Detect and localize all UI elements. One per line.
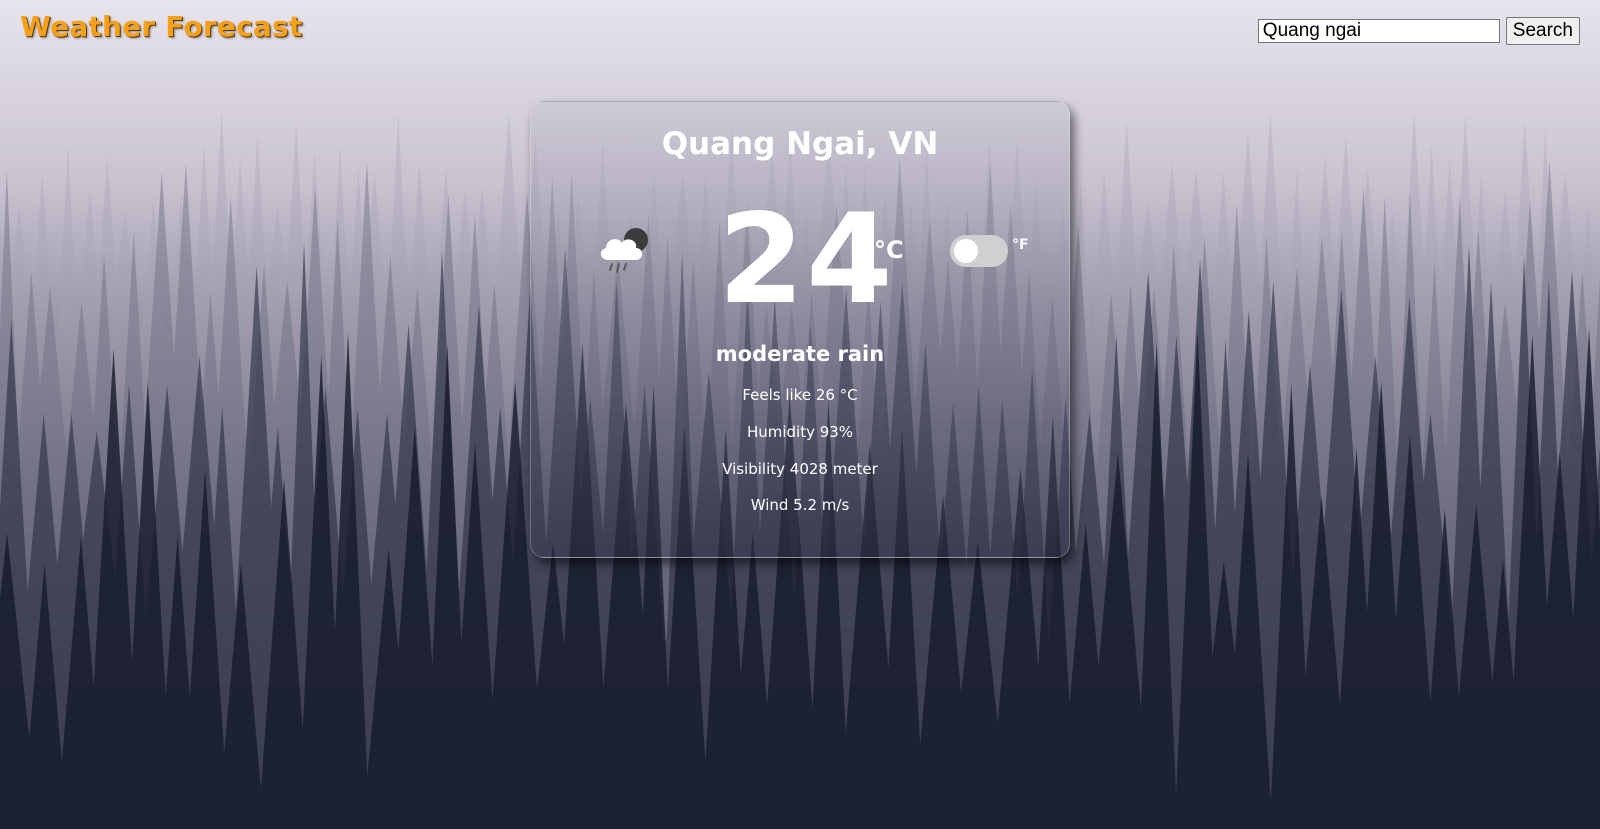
toggle-knob [954, 239, 978, 263]
search-bar: Search [1257, 17, 1580, 45]
visibility-text: Visibility 4028 meter [722, 460, 878, 478]
weather-description: moderate rain [715, 342, 885, 366]
wind-text: Wind 5.2 m/s [750, 496, 850, 514]
temperature-value: 24 [718, 188, 895, 332]
fahrenheit-unit-label: °F [1012, 237, 1029, 253]
location-title: Quang Ngai, VN [661, 126, 939, 162]
search-button[interactable]: Search [1505, 17, 1580, 45]
celsius-unit-label: °C [874, 236, 904, 264]
feels-like-text: Feels like 26 °C [742, 386, 858, 404]
weather-card: Quang Ngai, VN 24 °C °F moderate rain Fe… [530, 101, 1070, 558]
rain-cloud-night-icon [600, 228, 648, 273]
humidity-text: Humidity 93% [746, 423, 854, 441]
unit-toggle-switch[interactable] [950, 235, 1008, 267]
search-input[interactable] [1257, 19, 1500, 43]
app-title: Weather Forecast [20, 10, 303, 43]
